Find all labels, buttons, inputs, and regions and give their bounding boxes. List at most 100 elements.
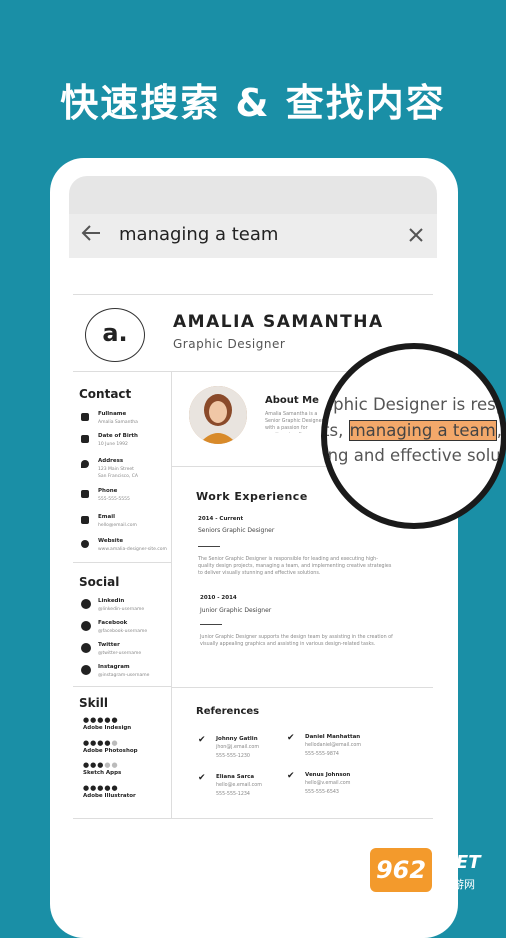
skill-level: ●●●●● [83,716,119,724]
contact-value: 10 June 1992 [98,442,128,447]
checkmark-icon: ✔ [287,771,295,781]
reference-name: Venus Johnson [305,772,351,778]
skill-level: ●●●●● [83,739,119,747]
twitter-icon [81,643,91,653]
about-text: Amalia Samantha is a Senior Graphic Desi… [265,412,324,431]
magnified-text: aphic Designer is resp [323,395,506,414]
reference-email: jhon@j.email.com [216,745,260,750]
close-icon[interactable] [403,222,429,250]
checkmark-icon: ✔ [198,773,206,783]
references-heading: References [196,706,260,717]
social-value: @instagram-username [98,673,150,678]
contact-label: Date of Birth [98,433,138,439]
job-title: Seniors Graphic Designer [198,527,275,534]
magnifier-lens: aphic Designer is resp ts, managing a te… [321,343,506,529]
skill-level: ●●●●● [83,784,119,792]
watermark-net: .NET [434,852,481,873]
reference-email: hello@v.email.com [305,781,351,786]
magnified-text: ts, managing a team, a [323,420,502,441]
skill-item: ●●●●● Adobe Photoshop [83,739,163,754]
job-dates: 2014 - Current [198,516,244,522]
social-label: Twitter [98,642,120,648]
checkmark-icon: ✔ [287,733,295,743]
contact-value: hello@email.com [98,523,137,528]
contact-value: 123 Main Street San Francisco, CA [98,467,138,479]
job-dates: 2010 - 2014 [200,595,237,601]
social-label: Facebook [98,620,128,626]
job-description: The Senior Graphic Designer is responsib… [198,557,392,576]
contact-label: Email [98,514,115,520]
divider [73,562,171,563]
phone-icon [81,490,89,498]
social-value: @linkedin-username [98,607,145,612]
location-pin-icon [81,460,89,468]
resume-role: Graphic Designer [173,337,286,351]
contact-value: www.amalia-designer-site.com [98,547,167,552]
instagram-icon [81,665,91,675]
contact-value: 555-555-5555 [98,497,130,502]
job-description: Junior Graphic Designer supports the des… [200,635,393,647]
contact-value: Amalia Samantha [98,420,138,425]
skill-name: Adobe Photoshop [83,748,138,754]
skill-name: Adobe Indesign [83,725,132,731]
experience-heading: Work Experience [196,490,308,503]
status-bar [69,176,437,214]
skill-level: ●●●●● [83,761,119,769]
search-bar: managing a team [69,214,437,258]
watermark-number: 962 [370,848,432,892]
reference-email: hellodaniel@email.com [305,743,362,748]
skill-name: Sketch Apps [83,770,122,776]
social-heading: Social [79,575,120,589]
watermark-sub: 乐游网 [442,878,475,891]
watermark: 962 .NET 乐游网 [362,846,502,898]
job-title: Junior Graphic Designer [200,607,272,614]
mail-icon [81,516,89,524]
divider [200,624,222,625]
about-heading: About Me [265,395,319,406]
app-screen: managing a team a. AMALIA SAMANTHA Graph… [69,176,437,900]
reference-phone: 555-555-1234 [216,792,250,797]
contact-heading: Contact [79,387,132,401]
social-label: Linkedin [98,598,125,604]
contact-label: Address [98,458,124,464]
divider [172,687,433,688]
social-label: Instagram [98,664,130,670]
skill-heading: Skill [79,696,108,710]
magnified-text-after: , a [496,421,502,440]
checkmark-icon: ✔ [198,735,206,745]
arrow-left-icon[interactable] [77,222,105,250]
resume-name: AMALIA SAMANTHA [173,312,384,332]
reference-phone: 555-555-9874 [305,752,339,757]
divider [73,818,433,819]
search-input[interactable]: managing a team [119,224,278,245]
avatar [189,386,247,444]
contact-label: Website [98,538,124,544]
linkedin-icon [81,599,91,609]
skill-item: ●●●●● Sketch Apps [83,761,163,776]
resume-logo: a. [85,308,145,362]
contact-label: Phone [98,488,118,494]
skill-item: ●●●●● Adobe Indesign [83,716,163,731]
magnified-text-before: ts, [323,421,349,440]
reference-email: hello@e.email.com [216,783,262,788]
magnified-text: ing and effective solu [323,446,501,465]
reference-phone: 555-555-1230 [216,754,250,759]
divider [73,294,433,295]
reference-name: Eliana Sarca [216,774,255,780]
skill-item: ●●●●● Adobe Illustrator [83,784,163,799]
globe-icon [81,540,89,548]
divider [171,371,172,819]
contact-label: Fullname [98,411,127,417]
promo-headline: 快速搜索 & 查找内容 [60,81,446,125]
id-card-icon [81,413,89,421]
calendar-icon [81,435,89,443]
search-highlight: managing a team [348,420,497,441]
reference-name: Johnny Gatlin [216,736,258,742]
social-value: @twitter-username [98,651,142,656]
reference-name: Daniel Manhattan [305,734,361,740]
divider [198,546,220,547]
skill-name: Adobe Illustrator [83,793,136,799]
divider [73,686,171,687]
social-value: @facebook-username [98,629,148,634]
facebook-icon [81,621,91,631]
